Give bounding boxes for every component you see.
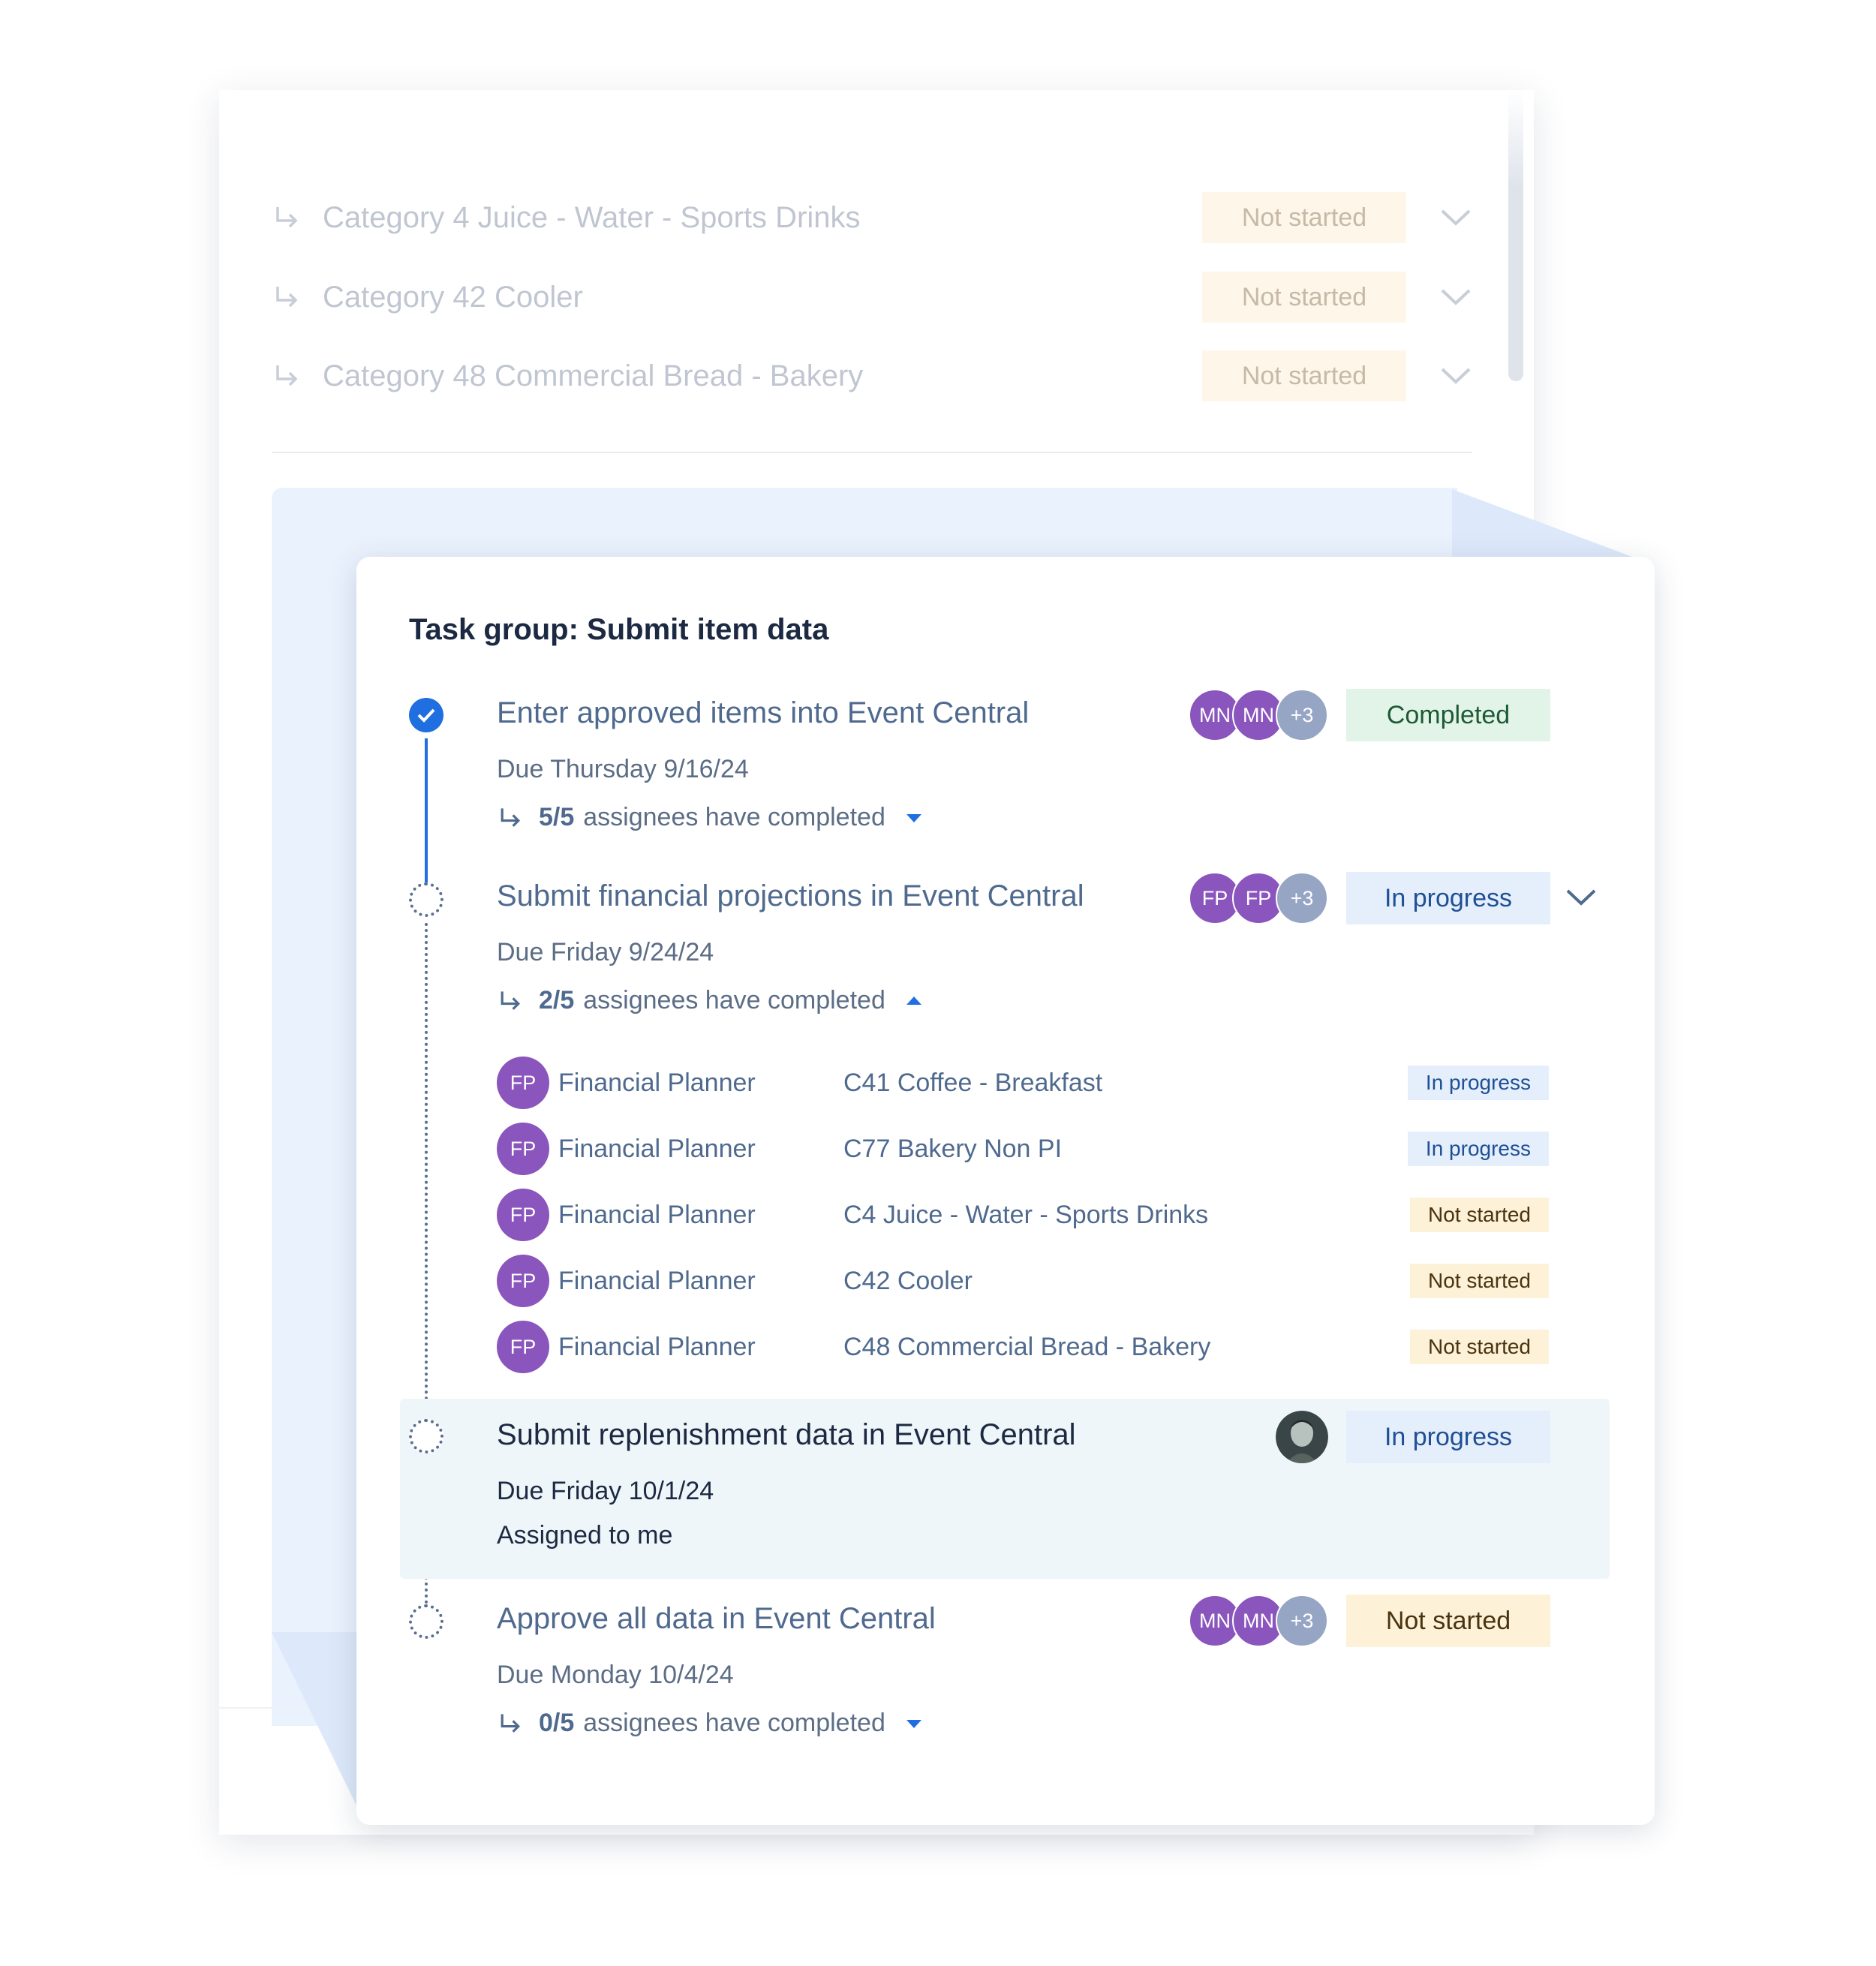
assignee-role: Financial Planner (558, 1068, 756, 1097)
task-due-date: Due Thursday 9/16/24 (497, 755, 749, 783)
task-due-date: Due Monday 10/4/24 (497, 1661, 734, 1689)
assignee-summary[interactable]: 2/5 assignees have completed (497, 986, 923, 1015)
user-photo-avatar[interactable] (1276, 1411, 1328, 1463)
status-badge: In progress (1407, 1132, 1549, 1166)
status-badge: Completed (1346, 689, 1550, 741)
assignee-row[interactable]: FP Financial Planner C4 Juice - Water - … (497, 1189, 1549, 1241)
status-badge: Not started (1202, 192, 1406, 243)
top-fade (219, 90, 1534, 188)
status-badge: Not started (1346, 1595, 1550, 1647)
task-title[interactable]: Submit replenishment data in Event Centr… (497, 1418, 1076, 1452)
task-title[interactable]: Approve all data in Event Central (497, 1602, 936, 1636)
assignee-row[interactable]: FP Financial Planner C48 Commercial Brea… (497, 1321, 1549, 1373)
assignee-count: 2/5 (539, 986, 575, 1015)
task-due-date: Due Friday 9/24/24 (497, 938, 714, 966)
status-badge: Not started (1410, 1198, 1549, 1232)
chevron-down-icon[interactable] (1565, 887, 1598, 908)
assignee-category: C42 Cooler (843, 1266, 973, 1295)
timeline-connector (425, 738, 428, 885)
avatar-overflow-count: +3 (1276, 872, 1328, 924)
check-circle-icon (409, 698, 443, 732)
category-label: Category 42 Cooler (323, 280, 583, 314)
pending-circle-icon (409, 1604, 443, 1639)
category-row[interactable]: Category 42 Cooler Not started (272, 270, 1472, 324)
assigned-to-label: Assigned to me (497, 1521, 673, 1550)
task-title[interactable]: Submit financial projections in Event Ce… (497, 879, 1084, 913)
caret-up-icon[interactable] (905, 995, 923, 1007)
status-badge: In progress (1346, 1411, 1550, 1463)
category-label: Category 48 Commercial Bread - Bakery (323, 359, 864, 392)
perspective-wedge (272, 1632, 358, 1808)
assignee-summary[interactable]: 5/5 assignees have completed (497, 803, 923, 832)
status-badge: Not started (1202, 350, 1406, 401)
chevron-down-icon[interactable] (1439, 287, 1472, 308)
subdirectory-arrow-icon (276, 207, 298, 228)
assignee-summary-text: assignees have completed (583, 1709, 885, 1737)
assignee-summary[interactable]: 0/5 assignees have completed (497, 1709, 923, 1738)
assignee-count: 5/5 (539, 803, 575, 831)
category-label: Category 4 Juice - Water - Sports Drinks (323, 200, 861, 234)
chevron-down-icon[interactable] (1439, 365, 1472, 386)
status-badge: Not started (1410, 1264, 1549, 1298)
pending-circle-icon (409, 882, 443, 917)
assignee-row[interactable]: FP Financial Planner C42 Cooler Not star… (497, 1255, 1549, 1307)
avatar-overflow-count: +3 (1276, 1595, 1328, 1647)
caret-down-icon[interactable] (905, 812, 923, 824)
avatar-group[interactable]: MN MN +3 (1189, 1595, 1328, 1647)
status-badge: In progress (1346, 872, 1550, 924)
subdirectory-arrow-icon (501, 991, 521, 1010)
avatar-group[interactable]: MN MN +3 (1189, 689, 1328, 741)
assignee-role: Financial Planner (558, 1134, 756, 1163)
task-group-panel: Task group: Submit item data Enter appro… (356, 557, 1655, 1825)
status-badge: Not started (1410, 1330, 1549, 1364)
task-title[interactable]: Enter approved items into Event Central (497, 696, 1029, 730)
assignee-category: C41 Coffee - Breakfast (843, 1068, 1103, 1097)
assignee-summary-text: assignees have completed (583, 986, 885, 1015)
pending-circle-icon (409, 1419, 443, 1453)
assignee-category: C77 Bakery Non PI (843, 1134, 1063, 1163)
assignee-row[interactable]: FP Financial Planner C77 Bakery Non PI I… (497, 1123, 1549, 1175)
avatar: FP (497, 1123, 549, 1175)
status-badge: In progress (1407, 1066, 1549, 1100)
status-badge: Not started (1202, 272, 1406, 323)
avatar-group[interactable]: FP FP +3 (1189, 872, 1328, 924)
avatar-overflow-count: +3 (1276, 689, 1328, 741)
assignee-category: C48 Commercial Bread - Bakery (843, 1332, 1211, 1361)
subdirectory-arrow-icon (276, 287, 298, 308)
assignee-role: Financial Planner (558, 1200, 756, 1229)
assignee-category: C4 Juice - Water - Sports Drinks (843, 1200, 1209, 1229)
assignee-role: Financial Planner (558, 1332, 756, 1361)
assignee-count: 0/5 (539, 1709, 575, 1737)
caret-down-icon[interactable] (905, 1718, 923, 1730)
subdirectory-arrow-icon (276, 365, 298, 386)
category-row[interactable]: Category 48 Commercial Bread - Bakery No… (272, 349, 1472, 403)
assignee-row[interactable]: FP Financial Planner C41 Coffee - Breakf… (497, 1057, 1549, 1109)
divider (272, 452, 1472, 453)
avatar: FP (497, 1321, 549, 1373)
avatar: FP (497, 1189, 549, 1241)
category-row[interactable]: Category 4 Juice - Water - Sports Drinks… (272, 191, 1472, 245)
task-group-title: Task group: Submit item data (409, 613, 829, 646)
chevron-down-icon[interactable] (1439, 207, 1472, 228)
perspective-wedge (1452, 489, 1632, 557)
assignee-role: Financial Planner (558, 1266, 756, 1295)
avatar: FP (497, 1255, 549, 1307)
subdirectory-arrow-icon (501, 1713, 521, 1733)
assignee-summary-text: assignees have completed (583, 803, 885, 831)
task-due-date: Due Friday 10/1/24 (497, 1477, 714, 1505)
avatar: FP (497, 1057, 549, 1109)
subdirectory-arrow-icon (501, 807, 521, 827)
